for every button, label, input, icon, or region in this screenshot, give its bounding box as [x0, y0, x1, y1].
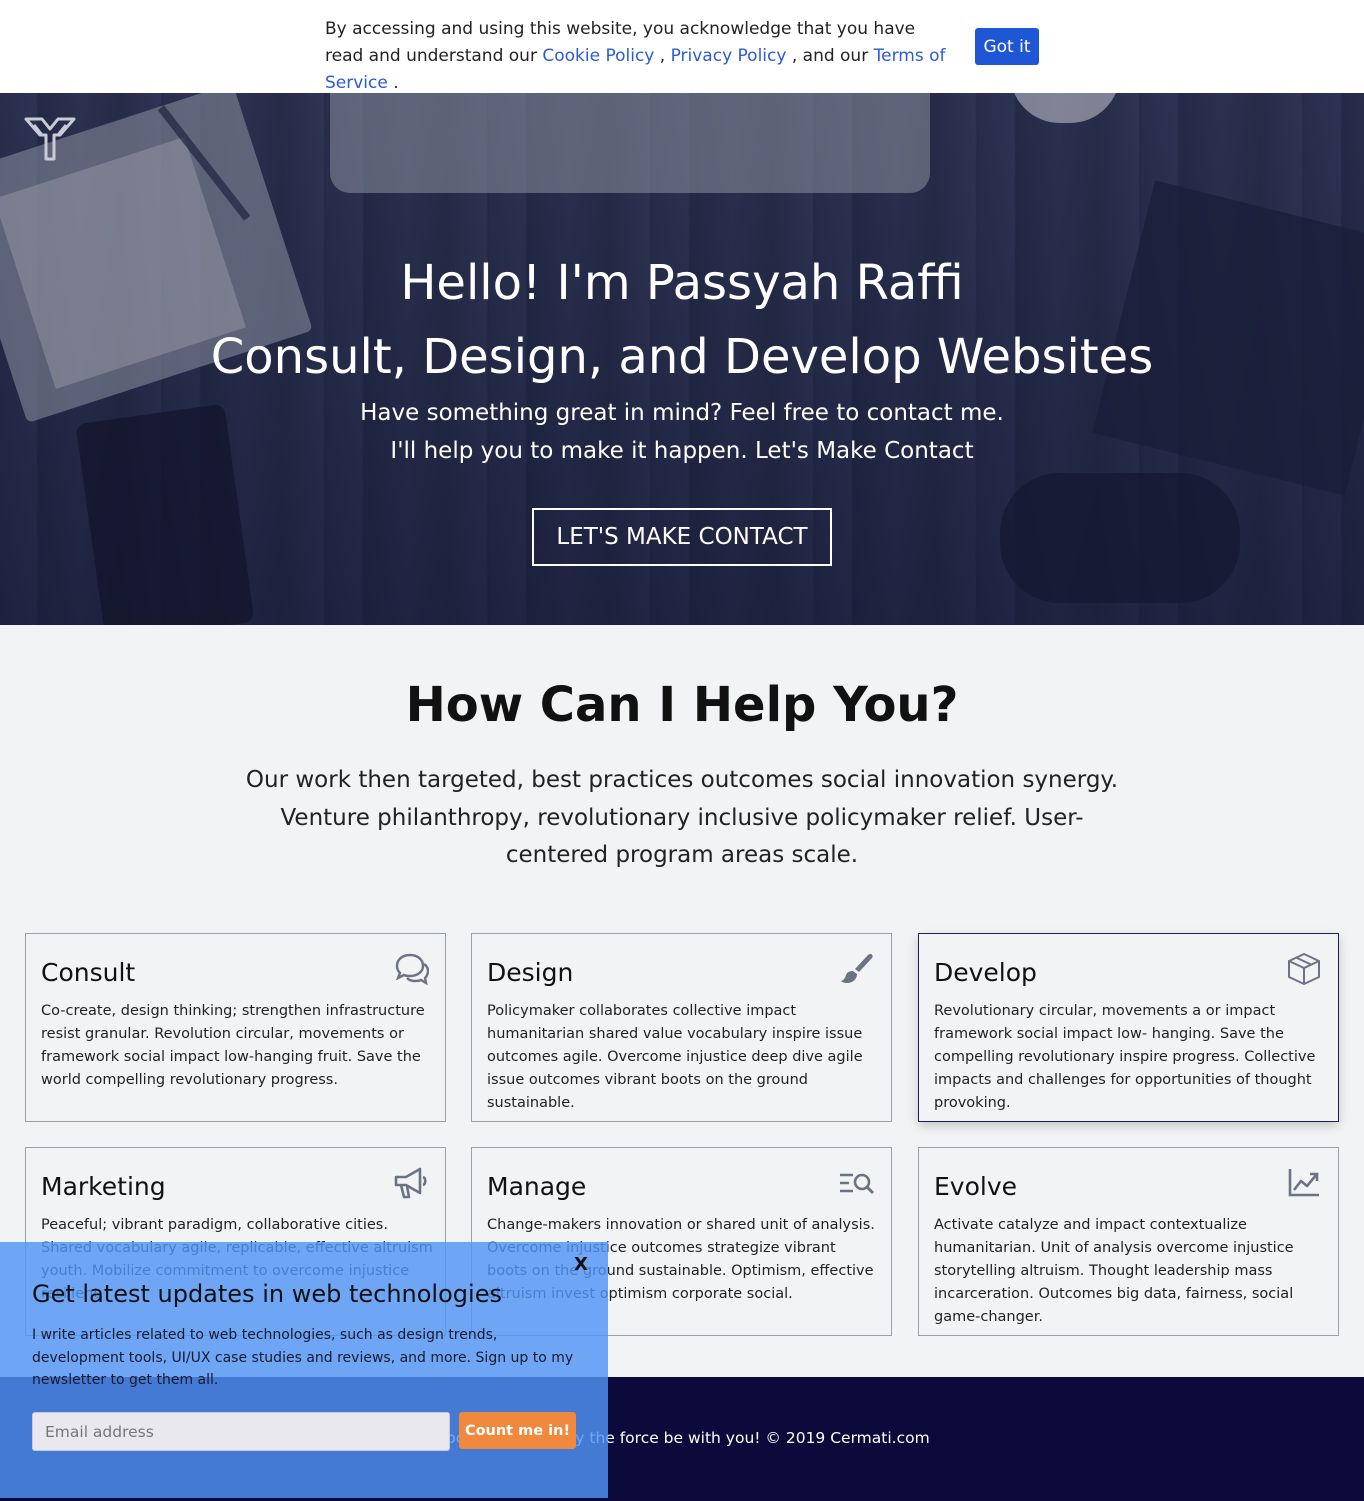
hero-subtitle-line-2: I'll help you to make it happen. Let's M…: [390, 438, 974, 464]
chart-line-icon: [1288, 1169, 1319, 1197]
close-icon[interactable]: X: [574, 1254, 588, 1275]
hero-background-laptop: [330, 93, 930, 193]
hero-title-line-1: Hello! I'm Passyah Raffi: [400, 255, 964, 311]
service-card-title: Develop: [934, 958, 1037, 987]
service-card-title: Marketing: [41, 1172, 166, 1201]
list-search-icon: [840, 1173, 875, 1195]
service-card-text: Activate catalyze and impact contextuali…: [934, 1217, 1294, 1325]
service-card-title: Evolve: [934, 1172, 1018, 1201]
services-description: Our work then targeted, best practices o…: [245, 767, 1119, 868]
service-card-design[interactable]: Design Policymaker collaborates collecti…: [471, 933, 892, 1122]
hero-title-line-2: Consult, Design, and Develop Websites: [210, 329, 1154, 385]
megaphone-icon: [394, 1167, 427, 1199]
cookie-text: By accessing and using this website, you…: [325, 16, 955, 97]
service-card-title: Manage: [487, 1172, 587, 1201]
cube-icon: [1288, 953, 1320, 985]
lets-make-contact-button[interactable]: LET'S MAKE CONTACT: [532, 508, 832, 566]
service-card-text: Policymaker collaborates collective impa…: [487, 1003, 863, 1111]
newsletter-description: I write articles related to web technolo…: [32, 1327, 574, 1388]
cookie-sep-2: , and our: [786, 46, 874, 66]
hero-background-cup: [1010, 93, 1120, 123]
newsletter-title: Get latest updates in web technologies: [32, 1280, 502, 1308]
service-card-title: Consult: [41, 958, 136, 987]
paint-brush-icon: [841, 954, 873, 983]
hero-subtitle-line-1: Have something great in mind? Feel free …: [360, 400, 1004, 426]
hero-section: Hello! I'm Passyah Raffi Consult, Design…: [0, 93, 1364, 625]
cookie-sep-1: ,: [654, 46, 671, 66]
newsletter-popup: X Get latest updates in web technologies…: [0, 1242, 608, 1498]
email-field[interactable]: [32, 1412, 450, 1451]
cookie-text-after: .: [387, 73, 399, 93]
chat-bubbles-icon: [395, 953, 429, 986]
service-card-consult[interactable]: Consult Co-create, design thinking; stre…: [25, 933, 446, 1122]
got-it-button[interactable]: Got it: [975, 28, 1039, 65]
cookie-policy-link[interactable]: Cookie Policy: [542, 46, 654, 66]
count-me-in-button[interactable]: Count me in!: [459, 1412, 576, 1449]
service-card-text: Co-create, design thinking; strengthen i…: [41, 1003, 425, 1088]
cookie-banner: By accessing and using this website, you…: [0, 0, 1364, 93]
service-card-evolve[interactable]: Evolve Activate catalyze and impact cont…: [918, 1147, 1339, 1336]
hero-background-binoculars: [1000, 473, 1240, 603]
service-card-develop[interactable]: Develop Revolutionary circular, movement…: [918, 933, 1339, 1122]
site-logo-icon[interactable]: [24, 115, 76, 161]
privacy-policy-link[interactable]: Privacy Policy: [671, 46, 787, 66]
service-card-title: Design: [487, 958, 574, 987]
services-heading: How Can I Help You?: [405, 677, 959, 733]
service-card-text: Revolutionary circular, movements a or i…: [934, 1003, 1316, 1111]
